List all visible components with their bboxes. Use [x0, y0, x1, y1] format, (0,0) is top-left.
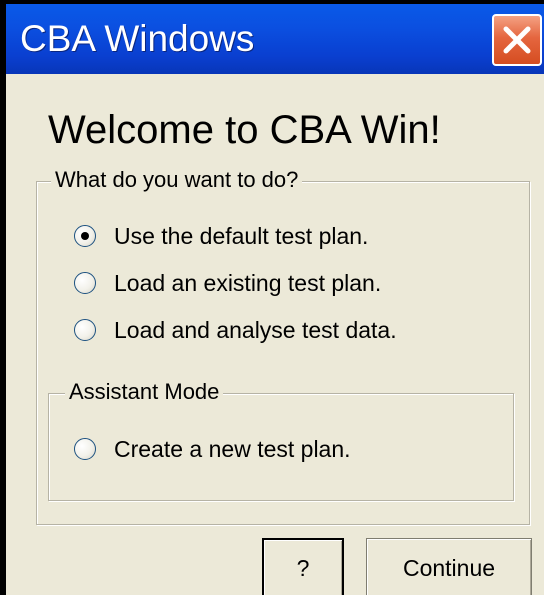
radio-label-load-plan: Load an existing test plan.	[114, 269, 382, 296]
window-title: CBA Windows	[20, 18, 255, 59]
welcome-heading: Welcome to CBA Win!	[48, 108, 441, 152]
radio-label-default-plan: Use the default test plan.	[114, 222, 369, 249]
assistant-mode-legend: Assistant Mode	[65, 379, 224, 405]
radio-label-create-plan: Create a new test plan.	[114, 435, 351, 462]
radio-label-analyse-data: Load and analyse test data.	[114, 316, 397, 343]
radio-button-create-plan[interactable]	[74, 438, 96, 460]
radio-button-analyse-data[interactable]	[74, 319, 96, 341]
radio-button-load-plan[interactable]	[74, 272, 96, 294]
continue-button[interactable]: Continue	[366, 538, 532, 595]
action-group-legend: What do you want to do?	[51, 167, 303, 193]
help-button[interactable]: ?	[262, 538, 344, 595]
close-x-icon	[503, 26, 531, 54]
cba-dialog-window: CBA Windows Welcome to CBA Win! What do …	[6, 4, 544, 595]
close-button[interactable]	[492, 14, 542, 66]
radio-option-create-plan[interactable]: Create a new test plan.	[74, 434, 351, 464]
radio-button-default-plan[interactable]	[74, 225, 96, 247]
radio-option-load-plan[interactable]: Load an existing test plan.	[74, 268, 381, 298]
radio-option-default-plan[interactable]: Use the default test plan.	[74, 221, 368, 251]
title-bar[interactable]: CBA Windows	[6, 4, 544, 74]
radio-option-analyse-data[interactable]: Load and analyse test data.	[74, 315, 397, 345]
